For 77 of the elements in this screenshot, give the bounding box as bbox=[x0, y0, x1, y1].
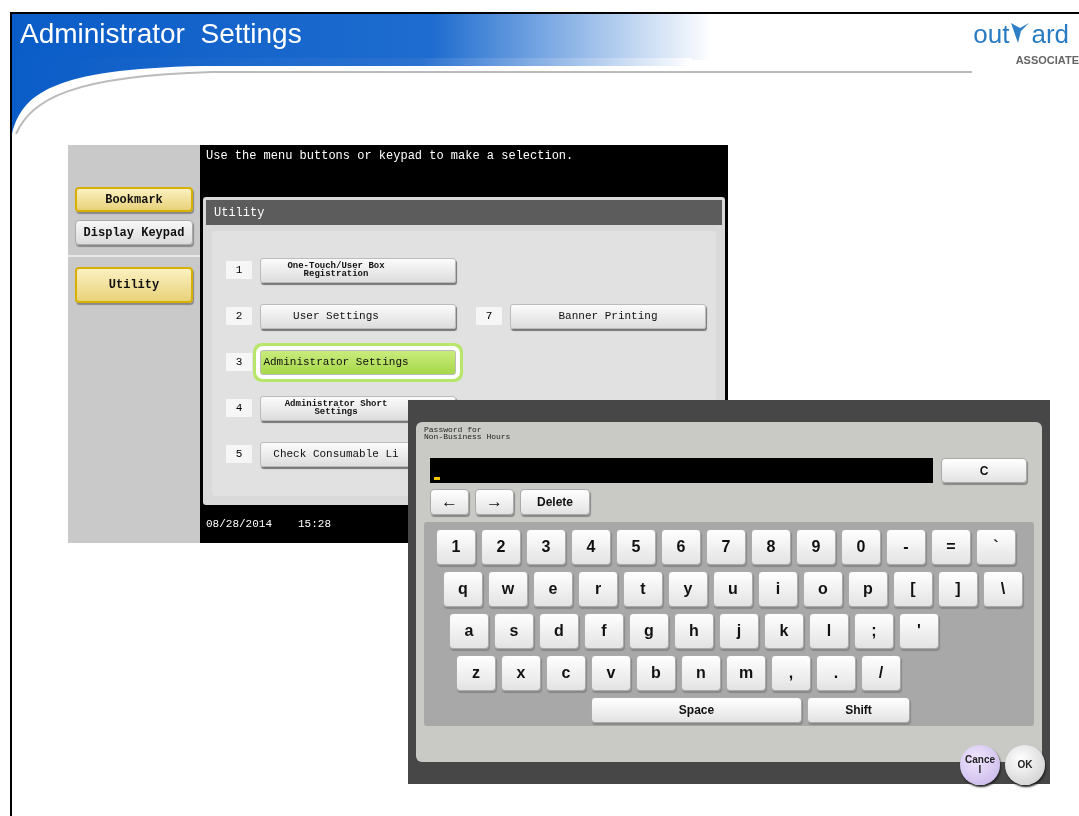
keyboard-key[interactable]: d bbox=[539, 613, 579, 649]
menu-number: 2 bbox=[226, 307, 252, 325]
date-text: 08/28/2014 bbox=[206, 518, 272, 530]
keyboard-key[interactable]: s bbox=[494, 613, 534, 649]
keyboard-key[interactable]: ; bbox=[854, 613, 894, 649]
keyboard-key[interactable]: u bbox=[713, 571, 753, 607]
keyboard-key[interactable]: 0 bbox=[841, 529, 881, 565]
keyboard-key[interactable]: p bbox=[848, 571, 888, 607]
keyboard-key[interactable]: \ bbox=[983, 571, 1023, 607]
keyboard-key[interactable]: b bbox=[636, 655, 676, 691]
keyboard-key[interactable]: / bbox=[861, 655, 901, 691]
keyboard-key[interactable]: 1 bbox=[436, 529, 476, 565]
password-field[interactable] bbox=[430, 458, 933, 483]
keyboard-key[interactable]: g bbox=[629, 613, 669, 649]
space-key[interactable]: Space bbox=[591, 697, 802, 723]
logo-text: ard bbox=[1031, 20, 1069, 48]
keyboard-key[interactable]: t bbox=[623, 571, 663, 607]
keyboard-key[interactable]: v bbox=[591, 655, 631, 691]
sidebar-button[interactable]: Bookmark bbox=[75, 187, 193, 212]
keyboard-key[interactable]: e bbox=[533, 571, 573, 607]
keyboard-key[interactable]: 8 bbox=[751, 529, 791, 565]
keyboard-key[interactable]: ] bbox=[938, 571, 978, 607]
ok-button[interactable]: OK bbox=[1005, 745, 1045, 785]
keyboard-key[interactable]: ' bbox=[899, 613, 939, 649]
arrow-key[interactable]: → bbox=[475, 489, 514, 515]
keyboard-key[interactable]: y bbox=[668, 571, 708, 607]
menu-number: 1 bbox=[226, 261, 252, 279]
keyboard-key[interactable]: a bbox=[449, 613, 489, 649]
keyboard-key[interactable]: z bbox=[456, 655, 496, 691]
keyboard-key[interactable]: 3 bbox=[526, 529, 566, 565]
sidebar-button[interactable]: Utility bbox=[75, 267, 193, 303]
keyboard-key[interactable]: 2 bbox=[481, 529, 521, 565]
keyboard-key[interactable]: q bbox=[443, 571, 483, 607]
menu-button[interactable]: User Settings bbox=[260, 303, 456, 329]
slide-title: Administrator Settings bbox=[20, 18, 302, 50]
keyboard-key[interactable]: h bbox=[674, 613, 714, 649]
window-title: Utility bbox=[214, 205, 265, 220]
logo-text: out bbox=[973, 20, 1010, 48]
keyboard-key[interactable]: j bbox=[719, 613, 759, 649]
keyboard-key[interactable]: x bbox=[501, 655, 541, 691]
keyboard-key[interactable]: 5 bbox=[616, 529, 656, 565]
delete-button[interactable]: Delete bbox=[520, 489, 590, 515]
keyboard-key[interactable]: 6 bbox=[661, 529, 701, 565]
menu-button[interactable]: Banner Printing bbox=[510, 303, 706, 329]
menu-number: 3 bbox=[226, 353, 252, 371]
keyboard-key[interactable]: - bbox=[886, 529, 926, 565]
instruction-text: Use the menu buttons or keypad to make a selection. bbox=[206, 149, 574, 163]
keyboard-key[interactable]: w bbox=[488, 571, 528, 607]
keyboard-key[interactable]: 9 bbox=[796, 529, 836, 565]
arrow-key[interactable]: ← bbox=[430, 489, 469, 515]
keyboard-key[interactable]: r bbox=[578, 571, 618, 607]
keyboard-key[interactable]: o bbox=[803, 571, 843, 607]
keyboard-key[interactable]: m bbox=[726, 655, 766, 691]
menu-number: 4 bbox=[226, 399, 252, 417]
sidebar-button[interactable]: Display Keypad bbox=[75, 220, 193, 245]
clear-button[interactable]: C bbox=[941, 458, 1027, 483]
keyboard-key[interactable]: c bbox=[546, 655, 586, 691]
keyboard-key[interactable]: l bbox=[809, 613, 849, 649]
keyboard-key[interactable]: i bbox=[758, 571, 798, 607]
menu-button[interactable]: One-Touch/User Box Registration bbox=[260, 257, 456, 283]
keyboard-key[interactable]: 4 bbox=[571, 529, 611, 565]
keyboard-key[interactable]: k bbox=[764, 613, 804, 649]
keyboard-key[interactable]: . bbox=[816, 655, 856, 691]
keyboard-key[interactable]: ` bbox=[976, 529, 1016, 565]
shift-key[interactable]: Shift bbox=[807, 697, 910, 723]
keyboard-key[interactable]: = bbox=[931, 529, 971, 565]
keyboard-key[interactable]: 7 bbox=[706, 529, 746, 565]
keyboard-key[interactable]: n bbox=[681, 655, 721, 691]
keyboard-key[interactable]: f bbox=[584, 613, 624, 649]
time-text: 15:28 bbox=[298, 518, 332, 530]
keyboard-key[interactable]: [ bbox=[893, 571, 933, 607]
dialog-title: Password for Non-Business Hours bbox=[424, 424, 512, 443]
cancel-button[interactable]: Cance l bbox=[960, 745, 1000, 785]
bird-logo-icon bbox=[1010, 21, 1031, 45]
menu-number: 5 bbox=[226, 445, 252, 463]
menu-number: 7 bbox=[476, 307, 502, 325]
keyboard-key[interactable]: , bbox=[771, 655, 811, 691]
